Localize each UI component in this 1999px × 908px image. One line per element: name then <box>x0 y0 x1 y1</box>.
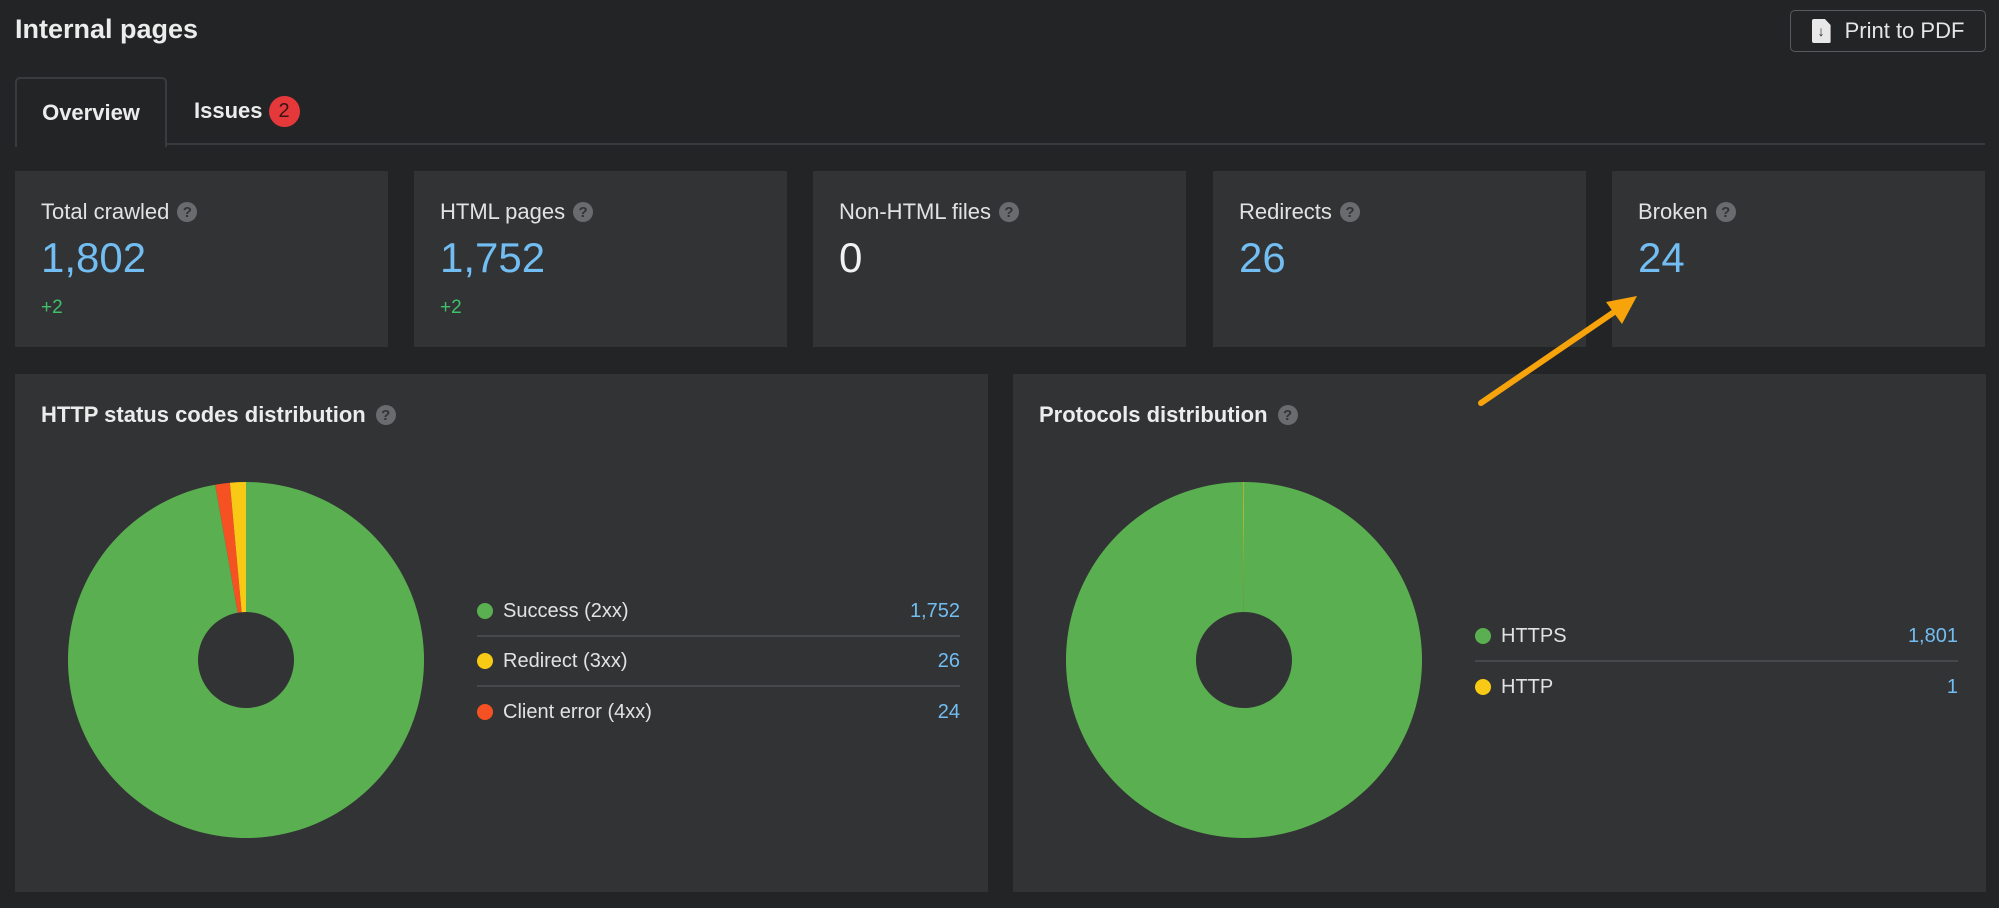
protocols-legend: HTTPS 1,801 HTTP 1 <box>1475 612 1958 712</box>
tab-overview-label: Overview <box>42 100 140 125</box>
legend-dot-success <box>477 603 493 619</box>
stat-label: HTML pages <box>440 199 566 224</box>
stat-card-non-html-files: Non-HTML files? 0 <box>813 171 1186 347</box>
stat-delta: +2 <box>41 297 63 318</box>
legend-dot-redirect <box>477 653 493 669</box>
legend-row: Success (2xx) 1,752 <box>477 587 960 637</box>
tab-overview[interactable]: Overview <box>15 77 167 147</box>
legend-row: HTTP 1 <box>1475 662 1958 712</box>
donut-slice-https[interactable] <box>1066 482 1422 839</box>
tab-bar-divider <box>15 143 1985 145</box>
legend-label: Success (2xx) <box>503 599 629 622</box>
stat-value[interactable]: 1,752 <box>440 234 545 282</box>
http-status-legend: Success (2xx) 1,752 Redirect (3xx) 26 Cl… <box>477 587 960 737</box>
stat-card-redirects: Redirects? 26 <box>1213 171 1586 347</box>
tab-bar: Overview Issues 2 <box>15 77 1985 147</box>
legend-dot-client-error <box>477 704 493 720</box>
legend-label: HTTP <box>1501 675 1554 698</box>
help-icon[interactable]: ? <box>1715 202 1736 222</box>
stat-label: Broken <box>1638 199 1708 224</box>
legend-value[interactable]: 1,801 <box>1908 625 1958 648</box>
legend-row: HTTPS 1,801 <box>1475 612 1958 662</box>
http-status-chart-card: HTTP status codes distribution ? Success… <box>15 374 988 892</box>
protocols-chart-card: Protocols distribution ? HTTPS 1,801 HTT… <box>1013 374 1986 892</box>
stat-value[interactable]: 24 <box>1638 234 1685 282</box>
help-icon[interactable]: ? <box>177 202 198 222</box>
legend-value[interactable]: 26 <box>938 650 960 673</box>
stat-card-broken: Broken? 24 <box>1612 171 1985 347</box>
legend-row: Client error (4xx) 24 <box>477 687 960 737</box>
page-title: Internal pages <box>15 14 199 44</box>
help-icon[interactable]: ? <box>573 202 594 222</box>
stat-label: Total crawled <box>41 199 170 224</box>
legend-dot-https <box>1475 628 1491 644</box>
legend-value[interactable]: 1 <box>1947 676 1958 699</box>
legend-value[interactable]: 24 <box>938 701 960 724</box>
stat-label: Non-HTML files <box>839 199 991 224</box>
stat-card-total-crawled: Total crawled? 1,802 +2 <box>15 171 388 347</box>
tab-issues-label: Issues <box>194 98 263 123</box>
help-icon[interactable]: ? <box>1339 202 1360 222</box>
tab-issues[interactable]: Issues 2 <box>194 77 300 145</box>
legend-value[interactable]: 1,752 <box>910 600 960 623</box>
stat-label: Redirects <box>1239 199 1332 224</box>
file-download-icon <box>1811 19 1831 43</box>
stat-value: 0 <box>839 234 863 281</box>
print-to-pdf-button[interactable]: Print to PDF <box>1790 10 1986 52</box>
issues-count-badge: 2 <box>268 95 300 127</box>
stat-card-html-pages: HTML pages? 1,752 +2 <box>414 171 787 347</box>
stat-delta: +2 <box>440 297 462 318</box>
legend-label: Client error (4xx) <box>503 700 652 723</box>
legend-label: Redirect (3xx) <box>503 649 628 672</box>
legend-row: Redirect (3xx) 26 <box>477 637 960 687</box>
print-to-pdf-label: Print to PDF <box>1844 18 1965 43</box>
stat-value[interactable]: 26 <box>1239 234 1286 282</box>
stat-value[interactable]: 1,802 <box>41 234 146 282</box>
help-icon[interactable]: ? <box>999 202 1019 222</box>
legend-label: HTTPS <box>1501 624 1567 647</box>
legend-dot-http <box>1475 679 1491 695</box>
